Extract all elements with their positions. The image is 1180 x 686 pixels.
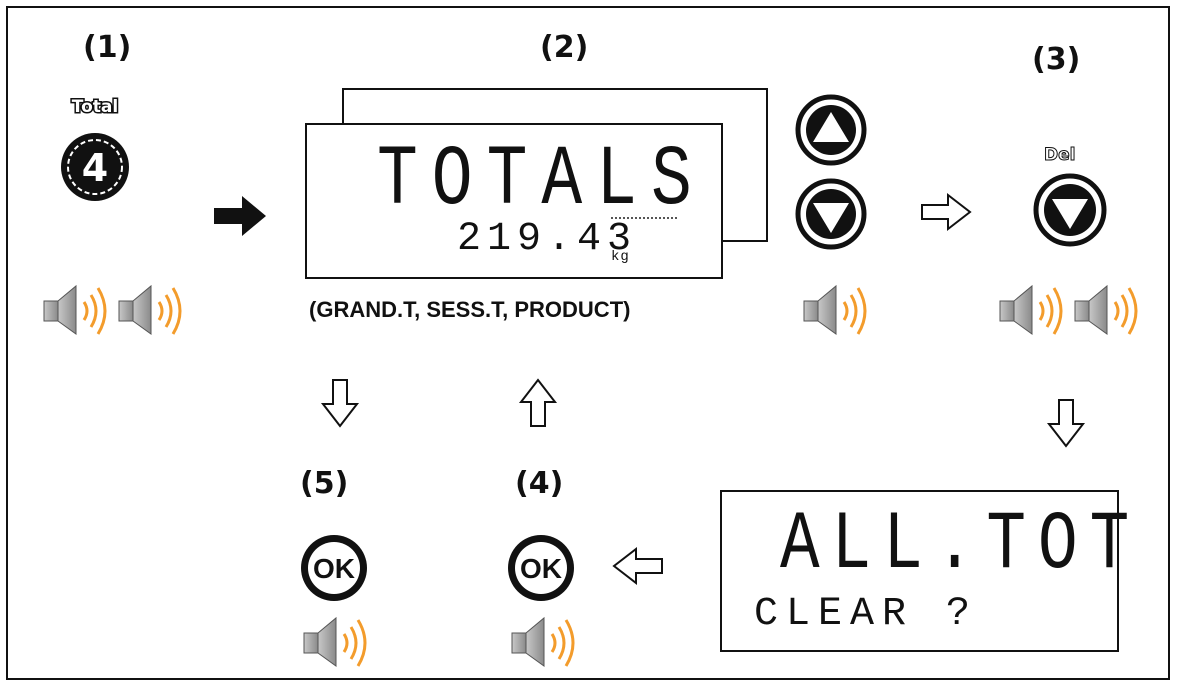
lcd-totals-main-text: TOTALS <box>377 133 706 230</box>
lcd-clear-main-text: ALL.TOT <box>780 498 1142 592</box>
speaker-icon <box>1071 280 1141 340</box>
solid-right-arrow-icon <box>214 196 266 236</box>
step-4-label: (4) <box>515 466 564 501</box>
ok-key-icon[interactable]: OK <box>296 530 372 606</box>
outline-down-arrow-icon <box>1046 399 1086 448</box>
step-5-label: (5) <box>300 466 349 501</box>
totals-caption: (GRAND.T, SESS.T, PRODUCT) <box>309 297 631 322</box>
step-1-label: (1) <box>83 30 132 65</box>
outline-left-arrow-icon <box>612 546 663 586</box>
speaker-icon <box>40 280 110 340</box>
lcd-clear-display: ALL.TOT CLEAR ? <box>720 490 1129 652</box>
lcd-totals-unit: kg <box>611 249 630 265</box>
total-key-number: 4 <box>82 146 108 190</box>
speaker-icon <box>996 280 1066 340</box>
speaker-icon <box>508 612 578 672</box>
outline-down-arrow-icon <box>320 379 360 428</box>
outline-up-arrow-icon <box>518 378 558 427</box>
lcd-totals-display: TOTALS 219.43 kg <box>305 123 723 279</box>
speaker-icon <box>300 612 370 672</box>
down-arrow-key-icon[interactable] <box>793 176 869 252</box>
ok-key-label: OK <box>520 553 562 584</box>
ok-key-label: OK <box>313 553 355 584</box>
lcd-clear-sub-text: CLEAR ? <box>754 592 979 637</box>
del-key-label: Del <box>1043 145 1076 166</box>
outline-right-arrow-icon <box>921 192 972 232</box>
del-down-key-icon[interactable] <box>1030 170 1110 250</box>
total-key-label: Total <box>72 97 118 117</box>
total-key-icon: Total 4 <box>61 96 129 201</box>
step-2-label: (2) <box>540 30 589 65</box>
speaker-icon <box>800 280 870 340</box>
up-arrow-key-icon[interactable] <box>793 92 869 168</box>
step-3-label: (3) <box>1032 42 1081 77</box>
ok-key-icon[interactable]: OK <box>503 530 579 606</box>
speaker-icon <box>115 280 185 340</box>
lcd-bargraph <box>611 217 677 219</box>
